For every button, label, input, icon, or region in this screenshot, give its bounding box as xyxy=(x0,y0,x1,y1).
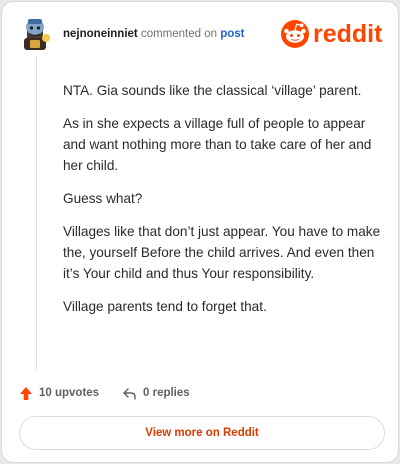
snoo-avatar-icon xyxy=(24,19,50,50)
comment-paragraph: Guess what? xyxy=(63,191,143,206)
comment-header: nejnoneinniet commented on post reddit xyxy=(19,16,385,52)
comment-actions: 10 upvotes 0 replies xyxy=(19,382,385,404)
action-text: commented on xyxy=(140,28,218,40)
view-more-button[interactable]: View more on Reddit xyxy=(19,416,385,450)
thread-line xyxy=(36,56,37,370)
reddit-logo-icon: reddit xyxy=(281,20,383,48)
comment-body: NTA. Gia sounds like the classical ‘vill… xyxy=(63,80,385,329)
reply-count: 0 replies xyxy=(143,387,190,399)
reply-icon xyxy=(123,387,136,400)
upvote-count: 10 upvotes xyxy=(39,387,100,399)
upvote-arrow-icon xyxy=(20,386,32,400)
comment-meta: nejnoneinniet commented on post xyxy=(63,28,245,40)
comment-paragraph: As in she expects a village full of peop… xyxy=(63,116,372,173)
reply-button[interactable]: 0 replies xyxy=(122,382,190,404)
upvote-button[interactable]: 10 upvotes xyxy=(19,382,99,404)
comment-paragraph: Village parents tend to forget that. xyxy=(63,299,267,314)
post-link[interactable]: post xyxy=(220,28,244,40)
reddit-logo[interactable]: reddit xyxy=(280,18,386,50)
username-link[interactable]: nejnoneinniet xyxy=(63,28,138,40)
comment-embed-card: nejnoneinniet commented on post reddit N… xyxy=(1,1,399,463)
comment-paragraph: NTA. Gia sounds like the classical ‘vill… xyxy=(63,83,362,98)
brand-wordmark: reddit xyxy=(313,20,383,48)
comment-paragraph: Villages like that don’t just appear. Yo… xyxy=(63,224,381,281)
user-avatar[interactable] xyxy=(19,16,53,52)
